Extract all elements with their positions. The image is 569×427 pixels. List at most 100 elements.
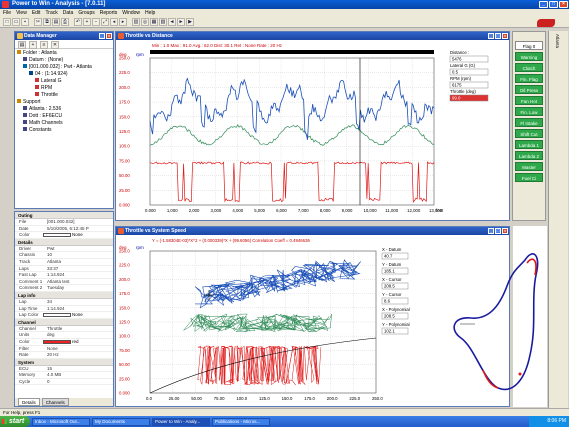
prop-value[interactable]: 4.0 MB [43, 372, 113, 378]
delete-icon[interactable]: ✕ [51, 41, 59, 49]
prop-section-header[interactable]: System [15, 358, 113, 366]
prop-row[interactable]: Units deg [15, 332, 113, 339]
panel-minimize-button[interactable]: _ [99, 33, 105, 39]
play-icon[interactable]: ▶ [186, 18, 194, 26]
prop-value[interactable]: 0 [43, 379, 113, 385]
table-icon[interactable]: ▦ [150, 18, 158, 26]
warning-button[interactable]: Clutch [515, 63, 543, 72]
chart1-minimize-button[interactable]: _ [488, 33, 494, 39]
chart1-close-button[interactable]: × [502, 33, 508, 39]
prop-value[interactable]: None [43, 346, 113, 352]
tree-node[interactable]: Support [17, 99, 111, 106]
back-icon[interactable]: ◄ [168, 18, 176, 26]
menu-data[interactable]: Data [63, 10, 74, 16]
tree-node[interactable]: Throttle [17, 92, 111, 99]
copy-icon[interactable]: ⧉ [43, 18, 51, 26]
prop-section-header[interactable]: Channel [15, 318, 113, 326]
prop-value[interactable]: 20 Hz [43, 352, 113, 358]
warning-button[interactable]: Flag 0 [515, 41, 543, 50]
taskbar-item[interactable]: Publications - Micros... [212, 417, 270, 426]
warning-button[interactable]: Shift Cut [515, 129, 543, 138]
prop-row[interactable]: Lap Time 1:14.924 [15, 306, 113, 313]
prop-value[interactable]: 34 [43, 299, 113, 305]
prop-row[interactable]: Comment 1 Atlanta test [15, 279, 113, 286]
warning-button[interactable]: Lambda 1 [515, 140, 543, 149]
throttle-distance-chart[interactable]: Min : 1.0 Max : 91.0 Avg.: 62.0 Dist: 30… [116, 40, 509, 220]
tree-node[interactable]: Datum : (None) [17, 57, 111, 64]
panel-close-button[interactable]: × [106, 33, 112, 39]
taskbar-item[interactable]: My Documents [92, 417, 150, 426]
start-button[interactable]: start [0, 416, 30, 427]
warning-button[interactable]: Master [515, 162, 543, 171]
warning-button[interactable]: Fan Hot [515, 96, 543, 105]
warning-button[interactable]: Fin. Flag [515, 74, 543, 83]
prop-value[interactable]: 10 [43, 252, 113, 258]
chart1-maximize-button[interactable]: □ [495, 33, 501, 39]
prop-row[interactable]: Lap 34 [15, 299, 113, 306]
warning-button[interactable]: Fl Intake [515, 118, 543, 127]
menu-help[interactable]: Help [145, 10, 155, 16]
menu-groups[interactable]: Groups [78, 10, 94, 16]
prop-value[interactable]: red [43, 339, 113, 345]
cut-icon[interactable]: ✂ [34, 18, 42, 26]
taskbar-item[interactable]: Power to Win - Analy... [152, 417, 210, 426]
new-item-icon[interactable]: + [29, 41, 37, 49]
print-icon[interactable]: ⎙ [61, 18, 69, 26]
prop-value[interactable]: None [43, 312, 113, 318]
prop-row[interactable]: Color red [15, 339, 113, 346]
save-icon[interactable]: ▪ [21, 18, 29, 26]
paste-icon[interactable]: ▤ [52, 18, 60, 26]
prop-value[interactable]: Atlanta [43, 259, 113, 265]
open-folder-icon[interactable]: ▤ [18, 41, 26, 49]
menu-window[interactable]: Window [122, 10, 140, 16]
zoom-out-icon[interactable]: − [92, 18, 100, 26]
tree-node[interactable]: Atlanta : 2.536 [17, 106, 111, 113]
prop-value[interactable]: [001.000.032] [43, 219, 113, 225]
tree-node[interactable]: Folder : Atlanta [17, 50, 111, 57]
prop-row[interactable]: Fast Lap 1:14.924 [15, 272, 113, 279]
maximize-button[interactable]: □ [549, 1, 558, 8]
prop-value[interactable]: Atlanta test [43, 279, 113, 285]
zoom-fit-icon[interactable]: ⤢ [101, 18, 109, 26]
track-position-marker[interactable] [518, 372, 522, 376]
prop-row[interactable]: Comment 2 Tuesday [15, 285, 113, 292]
menu-reports[interactable]: Reports [100, 10, 118, 16]
prop-value[interactable]: deg [43, 332, 113, 338]
minimize-button[interactable]: _ [539, 1, 548, 8]
tree-node[interactable]: Dott : EF6ECU [17, 113, 111, 120]
prop-value[interactable]: None [43, 232, 113, 238]
prop-value[interactable]: 5/10/2005, 6:12:45 P [43, 226, 113, 232]
prop-row[interactable]: File [001.000.032] [15, 219, 113, 226]
tab-channels[interactable]: Channels [41, 398, 69, 406]
new-icon[interactable]: □ [3, 18, 11, 26]
tab-details[interactable]: Details [18, 398, 40, 406]
tree-node[interactable]: 04 : (1:14.924) [17, 71, 111, 78]
prop-row[interactable]: ECU 15 [15, 366, 113, 373]
open-icon[interactable]: ▭ [12, 18, 20, 26]
prop-row[interactable]: Color None [15, 232, 113, 239]
menu-view[interactable]: View [16, 10, 27, 16]
menu-file[interactable]: File [3, 10, 11, 16]
prop-section-header[interactable]: Outing [15, 212, 113, 219]
prop-value[interactable]: Pwt [43, 246, 113, 252]
prop-value[interactable]: Throttle [43, 326, 113, 332]
taskbar-item[interactable]: Inbox - Microsoft Out... [32, 417, 90, 426]
zoom-next-icon[interactable]: ▸ [119, 18, 127, 26]
prop-value[interactable]: 15 [43, 366, 113, 372]
zoom-in-icon[interactable]: + [83, 18, 91, 26]
close-button[interactable]: × [559, 1, 568, 8]
prop-value[interactable]: 33:37 [43, 266, 113, 272]
prop-section-header[interactable]: Details [15, 238, 113, 246]
prop-row[interactable]: Track Atlanta [15, 259, 113, 266]
prop-row[interactable]: Lap Color None [15, 312, 113, 319]
menu-track[interactable]: Track [45, 10, 57, 16]
prop-row[interactable]: Chassis 10 [15, 252, 113, 259]
menu-edit[interactable]: Edit [32, 10, 41, 16]
report-icon[interactable]: ▧ [159, 18, 167, 26]
map-icon[interactable]: ◎ [141, 18, 149, 26]
chart-icon[interactable]: ▥ [132, 18, 140, 26]
tree-node[interactable]: Lateral G [17, 78, 111, 85]
tree-node[interactable]: Constants [17, 127, 111, 134]
warning-button[interactable]: Fin. Low [515, 107, 543, 116]
undo-icon[interactable]: ↶ [74, 18, 82, 26]
